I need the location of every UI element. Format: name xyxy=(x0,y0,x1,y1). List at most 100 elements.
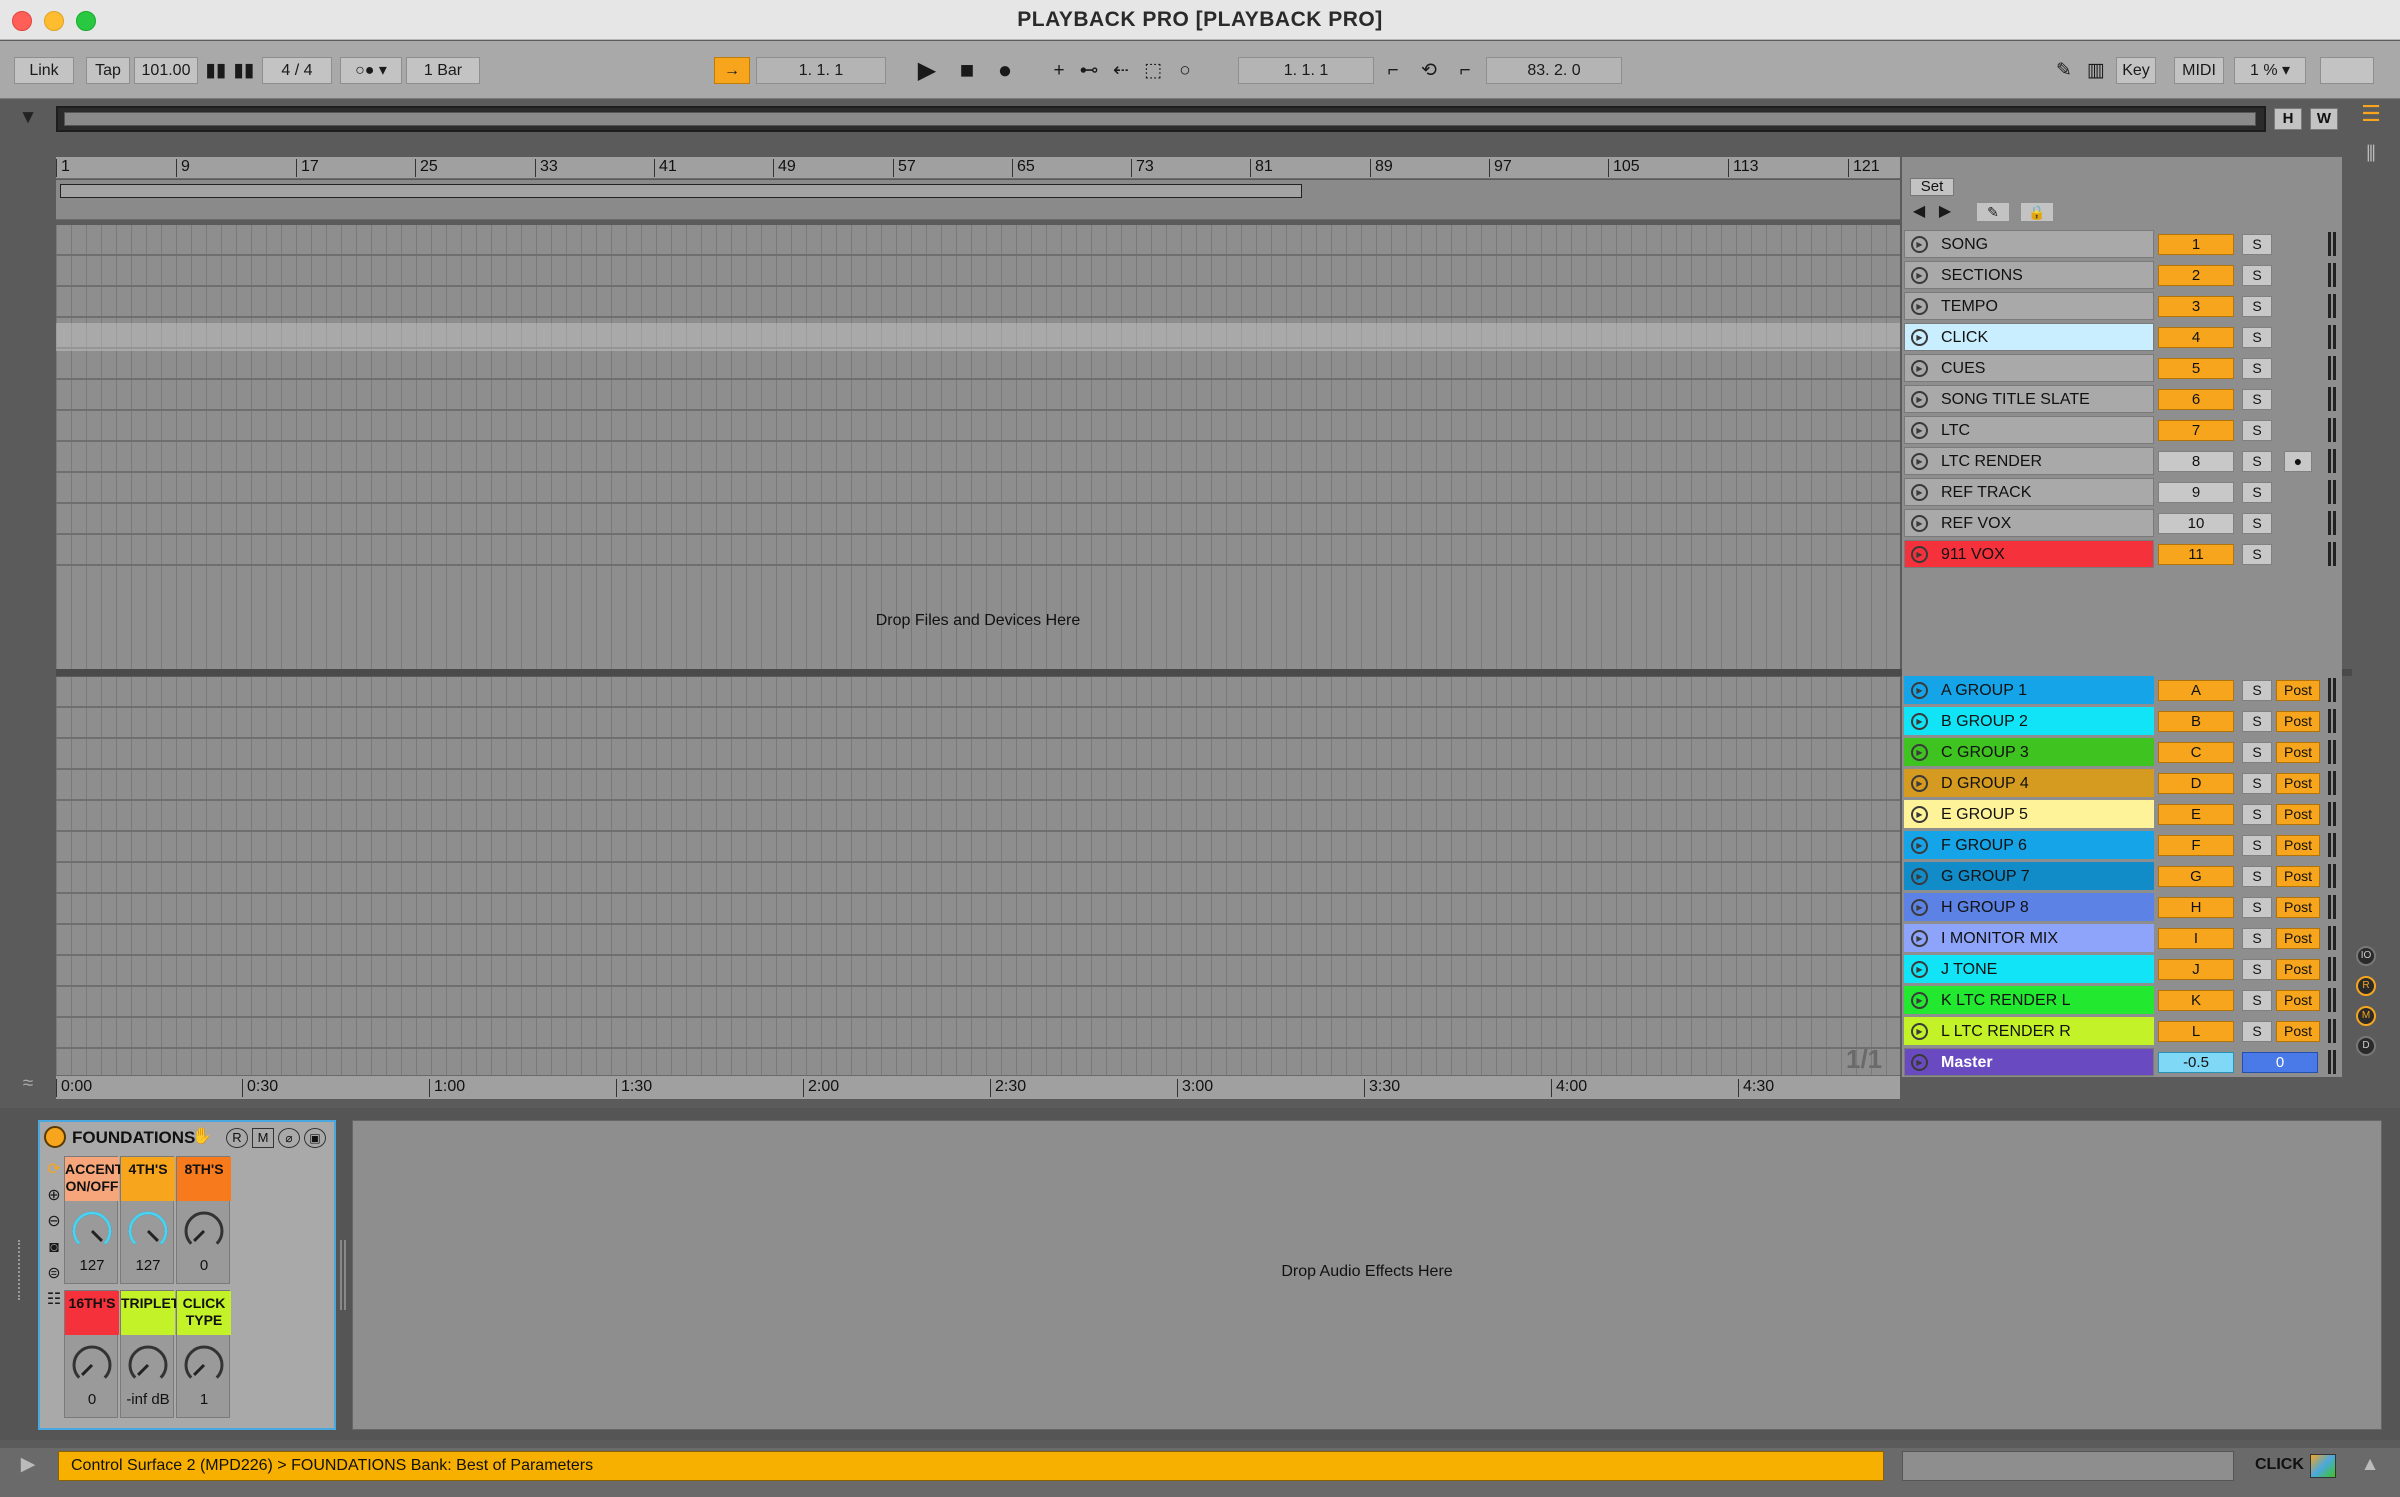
return-post-button[interactable]: Post xyxy=(2276,804,2320,825)
track-play-icon[interactable]: ▶ xyxy=(1911,236,1928,253)
track-header[interactable]: ▶ REF TRACK 9 S xyxy=(1904,478,2336,506)
hamburger-icon[interactable]: ☰ xyxy=(2356,100,2386,127)
hand-icon[interactable]: ✋ xyxy=(192,1126,212,1146)
return-track-header[interactable]: ▶ D GROUP 4 D S Post xyxy=(1904,769,2336,797)
track-solo-button[interactable]: S xyxy=(2242,544,2272,565)
return-track-header[interactable]: ▶ B GROUP 2 B S Post xyxy=(1904,707,2336,735)
overview-viewport[interactable] xyxy=(64,112,2256,126)
return-solo-button[interactable]: S xyxy=(2242,959,2272,980)
track-header[interactable]: ▶ CUES 5 S xyxy=(1904,354,2336,382)
track-play-icon[interactable]: ▶ xyxy=(1911,360,1928,377)
track-name-field[interactable]: ▶ TEMPO xyxy=(1904,292,2154,320)
fit-width-button[interactable]: W xyxy=(2310,108,2338,130)
computer-keyboard-icon[interactable]: ▥ xyxy=(2082,57,2110,84)
macro-knob[interactable] xyxy=(184,1345,224,1385)
midi-map-button[interactable]: MIDI xyxy=(2174,57,2224,84)
edit-icon[interactable]: ✎ xyxy=(1976,202,2010,222)
track-activator[interactable]: 8 xyxy=(2158,451,2234,472)
prev-locator-icon[interactable]: ◀ xyxy=(1908,198,1930,225)
automation-arm-icon[interactable]: ⊷ xyxy=(1076,57,1102,84)
return-track-name-field[interactable]: ▶ D GROUP 4 xyxy=(1904,769,2154,797)
mixer-section-icon[interactable]: M xyxy=(2356,1006,2376,1026)
return-post-button[interactable]: Post xyxy=(2276,897,2320,918)
track-header[interactable]: ▶ CLICK 4 S xyxy=(1904,323,2336,351)
add-macro-icon[interactable]: ⊕ xyxy=(44,1182,64,1209)
track-name-field[interactable]: ▶ REF TRACK xyxy=(1904,478,2154,506)
camera-icon[interactable]: ◙ xyxy=(44,1234,64,1261)
macro-map-button[interactable]: M xyxy=(252,1128,274,1148)
arrangement-position-field[interactable]: 1. 1. 1 xyxy=(756,57,886,84)
loop-switch-icon[interactable]: ⟲ xyxy=(1414,57,1444,84)
track-activator[interactable]: 11 xyxy=(2158,544,2234,565)
return-play-icon[interactable]: ▶ xyxy=(1911,837,1928,854)
track-play-icon[interactable]: ▶ xyxy=(1911,329,1928,346)
tempo-field[interactable]: 101.00 xyxy=(134,57,198,84)
return-play-icon[interactable]: ▶ xyxy=(1911,682,1928,699)
arrangement-overview[interactable] xyxy=(56,106,2266,132)
return-play-icon[interactable]: ▶ xyxy=(1911,713,1928,730)
return-track-activator[interactable]: D xyxy=(2158,773,2234,794)
return-post-button[interactable]: Post xyxy=(2276,866,2320,887)
track-header[interactable]: ▶ REF VOX 10 S xyxy=(1904,509,2336,537)
return-solo-button[interactable]: S xyxy=(2242,804,2272,825)
macro-knob-cell[interactable]: 16TH'S 0 xyxy=(64,1290,119,1418)
track-solo-button[interactable]: S xyxy=(2242,234,2272,255)
return-track-name-field[interactable]: ▶ I MONITOR MIX xyxy=(1904,924,2154,952)
return-track-activator[interactable]: L xyxy=(2158,1021,2234,1042)
record-icon[interactable]: ● xyxy=(990,57,1020,84)
macro-knob[interactable] xyxy=(72,1345,112,1385)
track-activator[interactable]: 6 xyxy=(2158,389,2234,410)
device-resize-handle[interactable] xyxy=(18,1240,26,1300)
return-track-activator[interactable]: E xyxy=(2158,804,2234,825)
overdub-icon[interactable]: + xyxy=(1046,57,1072,84)
returns-toggle-icon[interactable]: R xyxy=(2356,976,2376,996)
session-record-icon[interactable]: ○ xyxy=(1172,57,1198,84)
track-name-field[interactable]: ▶ LTC xyxy=(1904,416,2154,444)
return-solo-button[interactable]: S xyxy=(2242,773,2272,794)
track-header[interactable]: ▶ SECTIONS 2 S xyxy=(1904,261,2336,289)
play-icon[interactable]: ▶ xyxy=(912,57,942,84)
track-name-field[interactable]: ▶ SONG xyxy=(1904,230,2154,258)
master-track-header[interactable]: ▶ Master -0.5 0 xyxy=(1904,1048,2336,1076)
track-name-field[interactable]: ▶ CUES xyxy=(1904,354,2154,382)
time-signature-field[interactable]: 4 / 4 xyxy=(262,57,332,84)
track-name-field[interactable]: ▶ SECTIONS xyxy=(1904,261,2154,289)
sync-icon[interactable]: ⟳ xyxy=(44,1156,64,1183)
return-track-header[interactable]: ▶ I MONITOR MIX I S Post xyxy=(1904,924,2336,952)
track-header[interactable]: ▶ SONG TITLE SLATE 6 S xyxy=(1904,385,2336,413)
macro-knob-cell[interactable]: ACCENT ON/OFF 127 xyxy=(64,1156,123,1284)
return-track-name-field[interactable]: ▶ A GROUP 1 xyxy=(1904,676,2154,704)
track-header[interactable]: ▶ 911 VOX 11 S xyxy=(1904,540,2336,568)
return-track-header[interactable]: ▶ J TONE J S Post xyxy=(1904,955,2336,983)
macro-knob-cell[interactable]: 8TH'S 0 xyxy=(176,1156,231,1284)
return-post-button[interactable]: Post xyxy=(2276,680,2320,701)
stop-icon[interactable]: ■ xyxy=(952,57,982,84)
macro-knob-cell[interactable]: CLICK TYPE 1 xyxy=(176,1290,231,1418)
track-solo-button[interactable]: S xyxy=(2242,513,2272,534)
foundations-rack[interactable]: FOUNDATIONS ✋ R M ⌀ ▣ ⟳ ⊕ ⊖ ◙ ⊜ ☷ ACCENT… xyxy=(38,1120,336,1430)
track-play-icon[interactable]: ▶ xyxy=(1911,422,1928,439)
return-post-button[interactable]: Post xyxy=(2276,990,2320,1011)
track-name-field[interactable]: ▶ CLICK xyxy=(1904,323,2154,351)
return-post-button[interactable]: Post xyxy=(2276,711,2320,732)
return-play-icon[interactable]: ▶ xyxy=(1911,868,1928,885)
return-post-button[interactable]: Post xyxy=(2276,835,2320,856)
track-activator[interactable]: 2 xyxy=(2158,265,2234,286)
audio-effects-drop-area[interactable]: Drop Audio Effects Here xyxy=(352,1120,2382,1430)
return-track-name-field[interactable]: ▶ K LTC RENDER L xyxy=(1904,986,2154,1014)
return-solo-button[interactable]: S xyxy=(2242,1021,2272,1042)
return-solo-button[interactable]: S xyxy=(2242,835,2272,856)
return-play-icon[interactable]: ▶ xyxy=(1911,1023,1928,1040)
tap-tempo-button[interactable]: Tap xyxy=(86,57,130,84)
return-track-name-field[interactable]: ▶ J TONE xyxy=(1904,955,2154,983)
macro-knob-cell[interactable]: 4TH'S 127 xyxy=(120,1156,175,1284)
return-solo-button[interactable]: S xyxy=(2242,897,2272,918)
return-track-header[interactable]: ▶ A GROUP 1 A S Post xyxy=(1904,676,2336,704)
return-track-header[interactable]: ▶ E GROUP 5 E S Post xyxy=(1904,800,2336,828)
return-post-button[interactable]: Post xyxy=(2276,742,2320,763)
return-track-header[interactable]: ▶ C GROUP 3 C S Post xyxy=(1904,738,2336,766)
follow-icon[interactable]: → xyxy=(714,57,750,84)
return-play-icon[interactable]: ▶ xyxy=(1911,961,1928,978)
track-play-icon[interactable]: ▶ xyxy=(1911,267,1928,284)
macro-knob[interactable] xyxy=(184,1211,224,1251)
